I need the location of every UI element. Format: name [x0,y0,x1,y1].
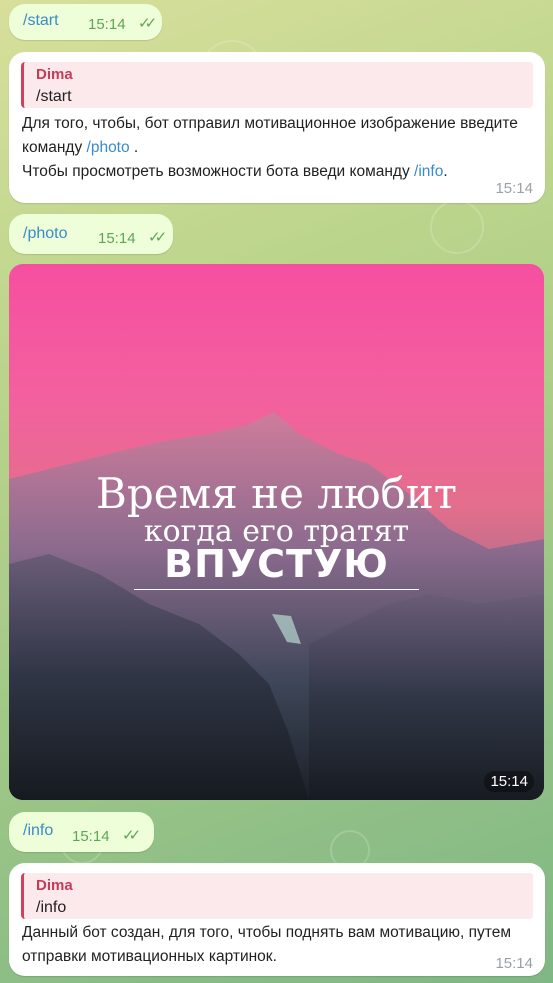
photo-time: 15:14 [484,771,534,792]
command-text[interactable]: /start [23,12,59,30]
motivational-photo[interactable]: Время не любит когда его тратят ВПУСТУЮ … [9,264,544,800]
reply-quote[interactable]: Dima /info [21,873,533,919]
message-time: 15:14 [98,230,136,247]
message-time: 15:14 [72,828,110,845]
quote-text: /start [36,88,72,105]
info-command-link[interactable]: /info [414,163,443,180]
quote-text: /info [36,899,67,916]
message-body: Для того, чтобы, бот отправил мотивацион… [22,112,522,184]
photo-caption-line1: Время не любит [95,469,458,518]
quote-sender-name: Dima [36,877,73,894]
message-time: 15:14 [495,180,533,197]
body-text: Чтобы просмотреть возможности бота введи… [22,163,415,180]
message-time: 15:14 [495,955,533,972]
quote-sender-name: Dima [36,66,73,83]
message-body: Данный бот создан, для того, чтобы подня… [22,924,511,965]
outgoing-message-start[interactable]: /start 15:14 ✓✓ [9,4,162,40]
photo-caption-line3: ВПУСТУЮ [164,542,389,586]
caption-divider [134,589,419,590]
reply-quote[interactable]: Dima /start [21,62,533,108]
incoming-message-reply-info[interactable]: Dima /info Данный бот создан, для того, … [9,863,545,976]
outgoing-message-photo[interactable]: /photo 15:14 ✓✓ [9,214,173,254]
outgoing-message-info[interactable]: /info 15:14 ✓✓ [9,812,154,852]
command-text[interactable]: /info [23,822,53,840]
double-check-icon: ✓✓ [122,827,141,844]
command-text[interactable]: /photo [23,225,67,243]
body-text: . [443,163,448,180]
photo-command-link[interactable]: /photo [87,139,130,156]
incoming-message-reply-start[interactable]: Dima /start Для того, чтобы, бот отправи… [9,52,545,203]
background-doodle [430,200,484,254]
body-text: . [129,139,139,156]
double-check-icon: ✓✓ [138,15,157,32]
double-check-icon: ✓✓ [148,229,167,246]
message-time: 15:14 [88,16,126,33]
